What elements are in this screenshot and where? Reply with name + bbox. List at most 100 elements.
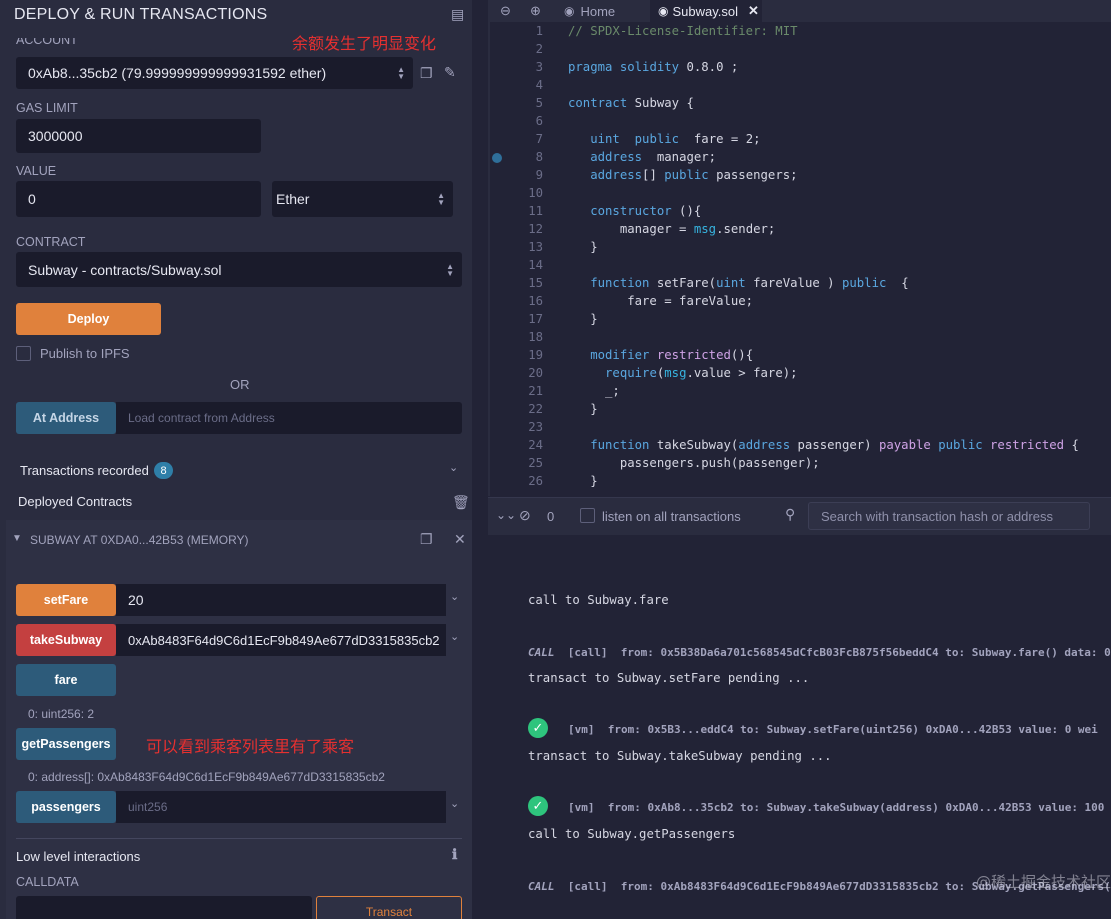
code-line[interactable]: // SPDX-License-Identifier: MIT	[568, 24, 798, 38]
listen-label: listen on all transactions	[602, 509, 741, 524]
close-icon[interactable]: ✕	[748, 3, 759, 19]
gas-limit-input[interactable]: 3000000	[16, 119, 261, 153]
copy-icon[interactable]: ❐	[420, 65, 433, 82]
contract-select[interactable]: Subway - contracts/Subway.sol ▲ ▼	[16, 252, 462, 287]
deploy-run-panel: DEPLOY & RUN TRANSACTIONS ▤ 余额发生了明显变化 AC…	[0, 0, 472, 919]
home-icon: ◉	[564, 4, 575, 18]
code-line[interactable]: require(msg.value > fare);	[568, 366, 798, 380]
publish-ipfs-label: Publish to IPFS	[40, 346, 130, 361]
value-unit: Ether	[276, 191, 310, 207]
copy-icon[interactable]: ❐	[420, 531, 433, 548]
search-icon: ⚲	[785, 506, 796, 522]
clear-icon[interactable]: ⊘	[519, 507, 531, 524]
listen-checkbox[interactable]	[580, 508, 595, 523]
terminal-search-input[interactable]: Search with transaction hash or address	[808, 502, 1090, 530]
info-icon[interactable]: ℹ	[452, 846, 457, 863]
publish-ipfs-checkbox[interactable]	[16, 346, 31, 361]
code-line[interactable]: function takeSubway(address passenger) p…	[568, 438, 1079, 452]
code-line[interactable]: constructor (){	[568, 204, 701, 218]
line-number: 16	[528, 294, 543, 308]
annotation-passengers: 可以看到乘客列表里有了乘客	[146, 739, 355, 756]
account-select[interactable]: 0xAb8...35cb2 (79.999999999999931592 eth…	[16, 57, 413, 89]
code-line[interactable]: modifier restricted(){	[568, 348, 753, 362]
at-address-input[interactable]: Load contract from Address	[116, 402, 462, 434]
code-line[interactable]: }	[568, 240, 597, 254]
instance-title[interactable]: SUBWAY AT 0XDA0...42B53 (MEMORY)	[30, 533, 249, 547]
line-number: 25	[528, 456, 543, 470]
terminal-output: call to Subway.fare CALL [call] from: 0x…	[488, 535, 1111, 919]
zoom-out-icon[interactable]: ⊖	[500, 0, 511, 22]
chevron-down-icon[interactable]: ⌄	[450, 590, 459, 603]
line-number: 21	[528, 384, 543, 398]
log-detail[interactable]: [vm] from: 0x5B3...eddC4 to: Subway.setF…	[568, 723, 1098, 736]
gas-limit-label: GAS LIMIT	[16, 101, 78, 115]
line-number: 10	[528, 186, 543, 200]
divider	[16, 838, 462, 839]
code-line[interactable]: function setFare(uint fareValue ) public…	[568, 276, 908, 290]
tab-home[interactable]: ◉ Home	[564, 0, 644, 22]
tab-home-label: Home	[580, 3, 616, 19]
getpassengers-button[interactable]: getPassengers	[16, 728, 116, 760]
zoom-in-icon[interactable]: ⊕	[530, 0, 541, 22]
log-line[interactable]: CALL [call] from: 0x5B38Da6a701c568545dC…	[528, 645, 1111, 659]
takesubway-input[interactable]: 0xAb8483F64d9C6d1EcF9b849Ae677dD3315835c…	[116, 624, 446, 656]
watermark: @稀土掘金技术社区	[976, 873, 1111, 891]
or-label: OR	[230, 377, 250, 392]
fare-result: 0: uint256: 2	[28, 707, 95, 721]
line-number: 4	[535, 78, 543, 92]
line-number: 13	[528, 240, 543, 254]
calldata-input[interactable]	[16, 896, 312, 919]
file-icon: ◉	[658, 4, 669, 18]
log-detail[interactable]: [vm] from: 0xAb8...35cb2 to: Subway.take…	[568, 801, 1111, 814]
line-number: 2	[535, 42, 543, 56]
passengers-button[interactable]: passengers	[16, 791, 116, 823]
fare-button[interactable]: fare	[16, 664, 116, 696]
setfare-button[interactable]: setFare	[16, 584, 116, 616]
deploy-button[interactable]: Deploy	[16, 303, 161, 335]
chevron-down-icon[interactable]: ⌄	[449, 461, 458, 474]
code-line[interactable]: }	[568, 402, 597, 416]
account-label: ACCOUNT	[16, 38, 78, 47]
tab-subway-sol[interactable]: ◉ Subway.sol ✕	[650, 0, 762, 22]
collapse-icon[interactable]: ⌄⌄	[496, 508, 516, 522]
select-arrow-icon: ▲ ▼	[437, 191, 445, 207]
breakpoint-marker[interactable]	[492, 153, 502, 163]
chevron-down-icon[interactable]: ⌄	[450, 630, 459, 643]
code-line[interactable]: pragma solidity 0.8.0 ;	[568, 60, 738, 74]
code-line[interactable]: passengers.push(passenger);	[568, 456, 820, 470]
takesubway-button[interactable]: takeSubway	[16, 624, 116, 656]
passengers-input[interactable]: uint256	[116, 791, 446, 823]
tx-recorded-label[interactable]: Transactions recorded	[20, 463, 149, 478]
transact-button[interactable]: Transact	[316, 896, 462, 919]
code-line[interactable]: address manager;	[568, 150, 716, 164]
value-input[interactable]: 0	[16, 181, 261, 217]
close-icon[interactable]: ✕	[454, 531, 466, 548]
chevron-down-icon[interactable]: ⌄	[450, 797, 459, 810]
code-line[interactable]: fare = fareValue;	[568, 294, 753, 308]
code-line[interactable]: address[] public passengers;	[568, 168, 797, 182]
code-line[interactable]: }	[568, 474, 597, 488]
deployed-contracts-label: Deployed Contracts	[18, 494, 133, 509]
code-line[interactable]: }	[568, 312, 597, 326]
setfare-input[interactable]: 20	[116, 584, 446, 616]
line-number: 12	[528, 222, 543, 236]
gutter-border	[488, 0, 490, 496]
code-line[interactable]: manager = msg.sender;	[568, 222, 776, 236]
chevron-down-icon[interactable]: ▼	[12, 533, 22, 544]
trash-icon[interactable]: 🗑	[452, 494, 470, 511]
editor-tabbar: ⊖ ⊕ ◉ Home ◉ Subway.sol ✕	[488, 0, 1111, 22]
code-line[interactable]: _;	[568, 384, 620, 398]
low-level-label: Low level interactions	[16, 849, 141, 864]
doc-icon[interactable]: ▤	[451, 6, 464, 23]
line-number: 18	[528, 330, 543, 344]
at-address-button[interactable]: At Address	[16, 402, 116, 434]
code-line[interactable]: uint public fare = 2;	[568, 132, 760, 146]
edit-icon[interactable]: ✎	[444, 64, 456, 81]
getpassengers-result: 0: address[]: 0xAb8483F64d9C6d1EcF9b849A…	[28, 770, 385, 784]
line-number: 5	[535, 96, 543, 110]
line-number: 15	[528, 276, 543, 290]
line-number: 23	[528, 420, 543, 434]
line-number: 26	[528, 474, 543, 488]
code-line[interactable]: contract Subway {	[568, 96, 694, 110]
value-unit-select[interactable]: Ether ▲ ▼	[272, 181, 453, 217]
